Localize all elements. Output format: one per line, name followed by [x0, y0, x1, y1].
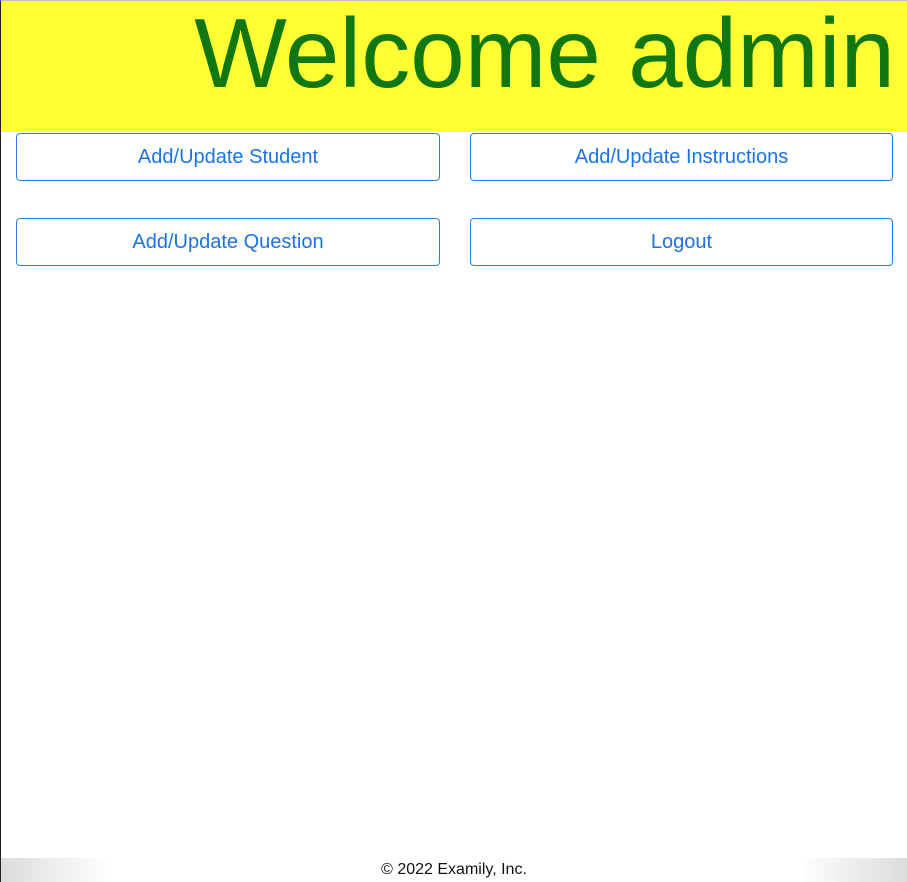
add-update-question-button[interactable]: Add/Update Question	[16, 218, 440, 266]
footer: © 2022 Examily, Inc.	[1, 858, 907, 882]
logout-button[interactable]: Logout	[470, 218, 893, 266]
add-update-student-button[interactable]: Add/Update Student	[16, 133, 440, 181]
copyright-text: © 2022 Examily, Inc.	[381, 861, 527, 878]
page-title: Welcome admin	[194, 1, 895, 108]
add-update-instructions-button[interactable]: Add/Update Instructions	[470, 133, 893, 181]
welcome-banner: Welcome admin	[1, 1, 907, 132]
